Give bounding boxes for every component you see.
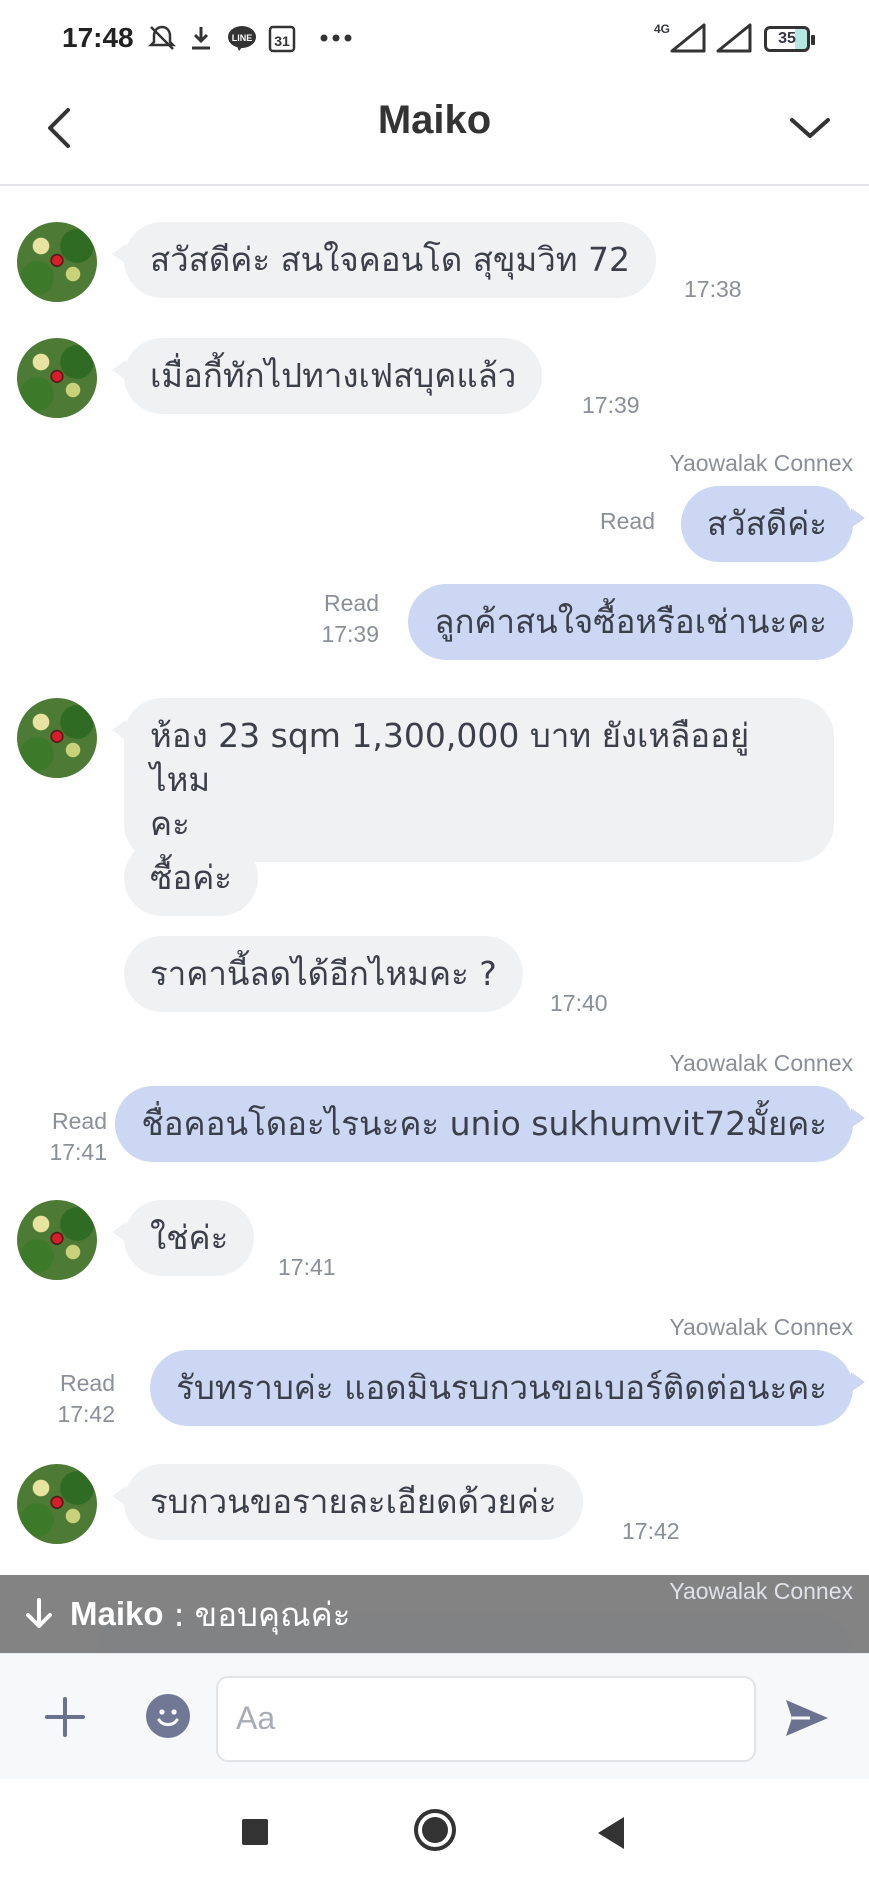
read-status: Read 17:42 [57, 1368, 115, 1430]
svg-text:LINE: LINE [232, 33, 253, 43]
recent-apps-button[interactable] [242, 1819, 268, 1845]
battery-level: 35 [778, 30, 796, 47]
system-nav-bar [0, 1779, 869, 1883]
message-bubble[interactable]: ห้อง 23 sqm 1,300,000 บาท ยังเหลืออยู่ไห… [112, 698, 834, 862]
more-dots-icon [316, 20, 356, 56]
message-bubble[interactable]: ชื่อคอนโดอะไรนะคะ unio sukhumvit72มั้ยคะ [115, 1086, 865, 1162]
message-bubble[interactable]: ราคานี้ลดได้อีกไหมคะ ? [124, 936, 523, 1012]
calendar-icon: 31 [266, 20, 298, 56]
sender-name: Yaowalak Connex [669, 1050, 853, 1076]
message-bubble[interactable]: ซื้อค่ะ [124, 840, 259, 916]
banner-separator: : [173, 1594, 185, 1634]
arrow-down-icon [26, 1598, 52, 1628]
message-input-bar: Aa [0, 1653, 869, 1779]
read-status: Read 17:39 [321, 588, 379, 650]
message-bubble[interactable]: เมื่อกี้ทักไปทางเฟสบุคแล้ว [111, 338, 543, 414]
banner-sender: Maiko [70, 1595, 164, 1632]
message-text-line: ห้อง 23 sqm 1,300,000 บาท ยังเหลืออยู่ไห… [150, 716, 750, 799]
avatar[interactable] [17, 698, 97, 778]
signal-icon-1 [668, 20, 708, 56]
message-time: 17:41 [278, 1254, 336, 1280]
chevron-down-icon [790, 118, 830, 138]
sender-name: Yaowalak Connex [669, 1314, 853, 1340]
smiley-icon [157, 1709, 179, 1726]
menu-toggle-button[interactable] [782, 96, 838, 160]
banner-message: ขอบคุณค่ะ [194, 1594, 351, 1634]
status-time: 17:48 [62, 22, 134, 53]
message-time: 17:39 [321, 621, 379, 647]
download-icon [186, 20, 216, 56]
message-time: 17:42 [622, 1518, 680, 1544]
avatar[interactable] [17, 338, 97, 418]
message-bubble[interactable]: ใช่ค่ะ [111, 1200, 255, 1276]
message-bubble[interactable]: รบกวนขอรายละเอียดด้วยค่ะ [112, 1464, 583, 1540]
message-time: 17:38 [684, 276, 742, 302]
message-text-line: คะ [150, 804, 190, 843]
read-status: Read 17:41 [49, 1106, 107, 1168]
svg-text:31: 31 [274, 33, 290, 49]
send-button[interactable] [782, 1694, 830, 1742]
avatar[interactable] [17, 222, 97, 302]
chat-title[interactable]: Maiko [0, 98, 869, 143]
sender-name: Yaowalak Connex [669, 450, 853, 476]
home-button[interactable] [414, 1809, 456, 1851]
read-status: Read [600, 508, 655, 534]
sender-name: Yaowalak Connex [669, 1578, 853, 1604]
avatar[interactable] [17, 1464, 97, 1544]
read-label: Read [324, 590, 379, 616]
home-circle-icon [422, 1817, 448, 1843]
read-label: Read [52, 1108, 107, 1134]
message-time: 17:41 [49, 1139, 107, 1165]
notifications-muted-icon [144, 20, 180, 56]
message-list[interactable]: สวัสดีค่ะ สนใจคอนโด สุขุมวิท 72 17:38 เม… [0, 188, 869, 1653]
message-time: 17:42 [57, 1401, 115, 1427]
line-app-icon: LINE [225, 20, 259, 56]
message-bubble[interactable]: รับทราบค่ะ แอดมินรบกวนขอเบอร์ติดต่อนะคะ [150, 1350, 865, 1426]
message-bubble[interactable]: สวัสดีค่ะ [680, 486, 866, 562]
plus-icon [45, 1697, 85, 1737]
chat-header: Maiko [0, 78, 869, 186]
avatar[interactable] [17, 1200, 97, 1280]
read-label: Read [60, 1370, 115, 1396]
signal-icon-2 [714, 20, 754, 56]
message-time: 17:39 [582, 392, 640, 418]
message-bubble[interactable]: สวัสดีค่ะ สนใจคอนโด สุขุมวิท 72 [112, 222, 656, 298]
message-input[interactable]: Aa [216, 1676, 756, 1762]
message-time: 17:40 [550, 990, 608, 1016]
add-attachment-button[interactable] [40, 1692, 90, 1742]
emoji-button[interactable] [146, 1694, 190, 1738]
send-icon [786, 1700, 828, 1736]
message-bubble[interactable]: ลูกค้าสนใจซื้อหรือเช่านะคะ [408, 584, 853, 660]
system-back-button[interactable] [598, 1817, 624, 1849]
status-bar: 17:48 LINE 31 4G 35 [0, 0, 869, 78]
battery-icon: 35 [764, 26, 815, 52]
